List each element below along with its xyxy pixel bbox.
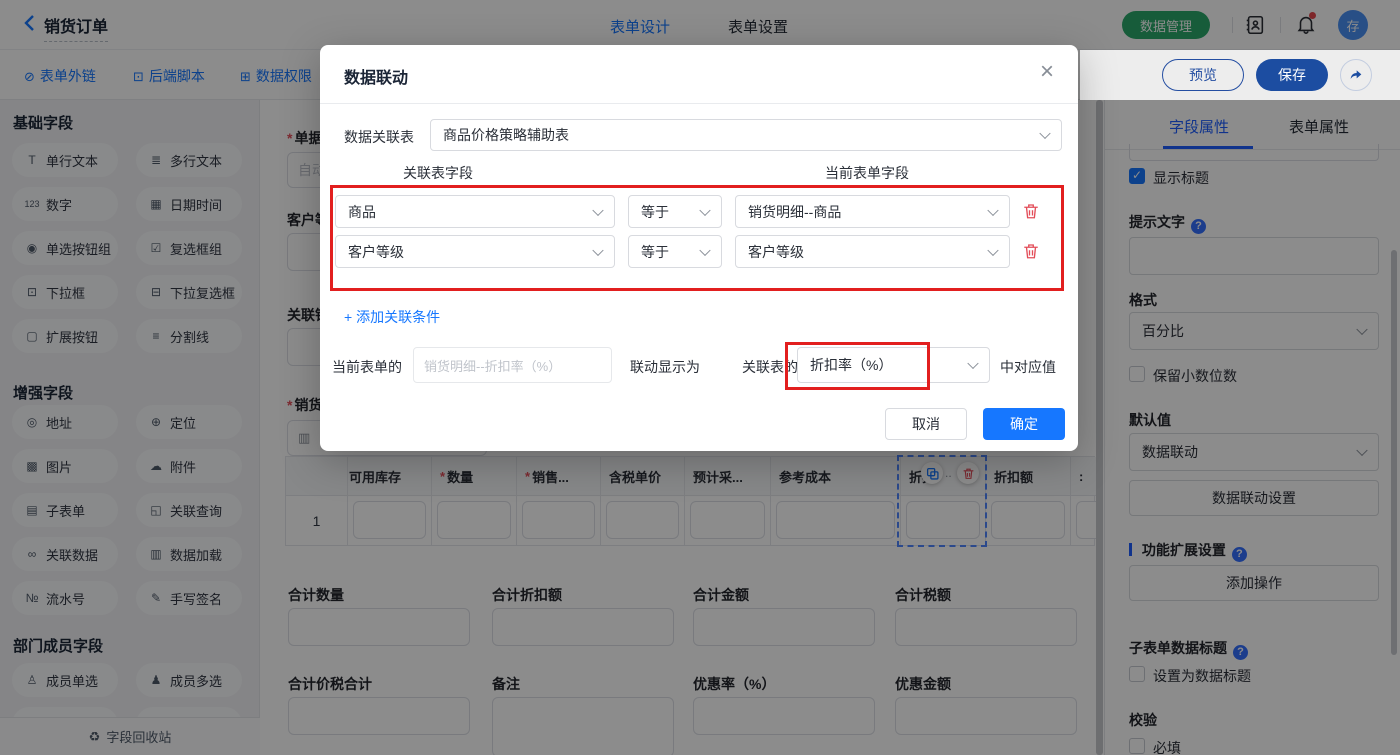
condition2-op-select[interactable]: 等于 (628, 235, 722, 268)
condition2-left-select[interactable]: 客户等级 (335, 235, 615, 268)
cancel-button[interactable]: 取消 (885, 408, 967, 440)
delete-condition-icon[interactable] (1022, 202, 1040, 225)
save-button[interactable]: 保存 (1256, 59, 1328, 91)
data-linkage-modal: 数据联动 × 数据关联表 商品价格策略辅助表 关联表字段 当前表单字段 商品 等… (320, 45, 1078, 451)
share-arrow-icon (1350, 70, 1362, 79)
modal-title: 数据联动 (344, 70, 409, 87)
close-icon[interactable]: × (1040, 58, 1054, 86)
condition1-op-select[interactable]: 等于 (628, 195, 722, 228)
rel-table-label: 数据关联表 (344, 129, 414, 145)
map-suffix-label: 中对应值 (1000, 359, 1056, 375)
preview-button[interactable]: 预览 (1162, 59, 1244, 91)
map-prefix-label: 当前表单的 (332, 359, 402, 375)
modal-header: 数据联动 × (320, 45, 1078, 104)
current-field-input: 销货明细--折扣率（%） (413, 347, 612, 383)
map-middle-label: 联动显示为 (630, 359, 700, 375)
app-root: 销货订单 表单设计 表单设置 数据管理 存 ⊘ 表单外链 ⊡ 后端脚本 ⊞ 数据权限 … (0, 0, 1400, 755)
delete-condition-icon[interactable] (1022, 242, 1040, 265)
share-button[interactable] (1340, 59, 1372, 91)
rel-field-select[interactable]: 折扣率（%） (797, 347, 990, 383)
add-condition-link[interactable]: + 添加关联条件 (344, 307, 440, 327)
map-rel-prefix-label: 关联表的 (742, 359, 798, 375)
rel-table-select[interactable]: 商品价格策略辅助表 (430, 119, 1062, 151)
col-header-left: 关联表字段 (403, 165, 473, 181)
col-header-right: 当前表单字段 (825, 165, 909, 181)
toolbar-actions: 预览 保存 (1080, 50, 1400, 100)
confirm-button[interactable]: 确定 (983, 408, 1065, 440)
condition1-right-select[interactable]: 销货明细--商品 (735, 195, 1010, 228)
condition2-right-select[interactable]: 客户等级 (735, 235, 1010, 268)
condition1-left-select[interactable]: 商品 (335, 195, 615, 228)
